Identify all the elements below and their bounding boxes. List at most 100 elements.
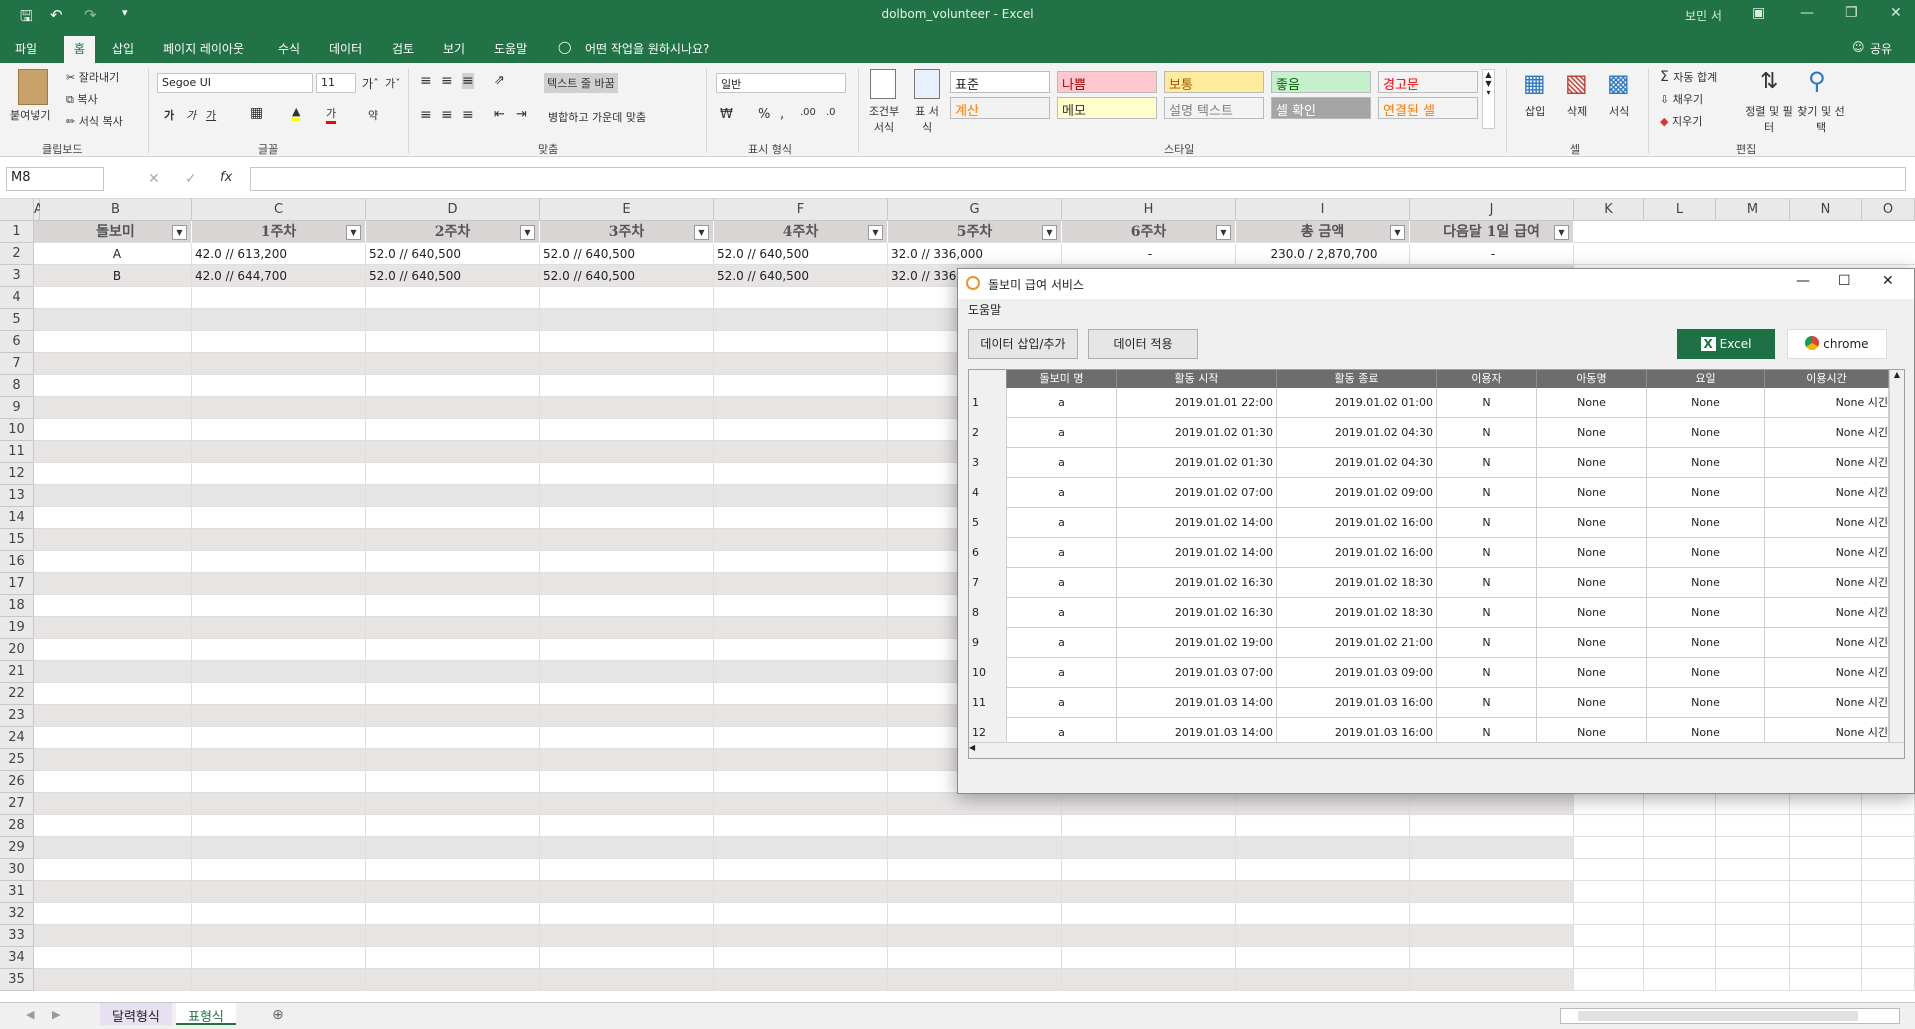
activity-cell[interactable]: None 시긴 <box>1765 418 1889 448</box>
empty-cell[interactable] <box>192 815 366 837</box>
empty-cell[interactable] <box>540 353 714 375</box>
bold-icon[interactable]: 가 <box>164 107 174 123</box>
empty-cell[interactable] <box>192 903 366 925</box>
empty-cell[interactable] <box>1790 793 1862 815</box>
activity-cell[interactable]: None 시긴 <box>1765 448 1889 478</box>
empty-cell[interactable] <box>192 441 366 463</box>
activity-column-header[interactable]: 아동명 <box>1537 370 1647 388</box>
empty-cell[interactable] <box>366 573 540 595</box>
empty-cell[interactable] <box>192 353 366 375</box>
activity-cell[interactable]: N <box>1437 388 1537 418</box>
empty-cell[interactable] <box>192 419 366 441</box>
row-header[interactable]: 34 <box>0 947 34 969</box>
activity-row[interactable]: 1 a 2019.01.01 22:00 2019.01.02 01:00 N None N… <box>969 388 1889 418</box>
empty-cell[interactable] <box>540 397 714 419</box>
scroll-thumb[interactable] <box>1578 1011 1858 1021</box>
filter-dropdown-icon[interactable]: ▼ <box>1554 225 1569 240</box>
empty-cell[interactable] <box>1236 947 1410 969</box>
activity-cell[interactable]: None <box>1647 478 1765 508</box>
empty-cell[interactable] <box>540 419 714 441</box>
find-select-button[interactable]: 찾기 및 선택 <box>1796 103 1846 135</box>
merge-center-button[interactable]: 병합하고 가운데 맞춤 <box>548 109 646 125</box>
insert-function-icon[interactable]: fx <box>220 170 232 185</box>
empty-cell[interactable] <box>192 507 366 529</box>
empty-cell[interactable] <box>540 595 714 617</box>
empty-cell[interactable] <box>714 617 888 639</box>
empty-cell[interactable] <box>714 969 888 991</box>
filter-dropdown-icon[interactable]: ▼ <box>346 225 361 240</box>
empty-cell[interactable] <box>540 925 714 947</box>
empty-cell[interactable] <box>192 595 366 617</box>
cut-button[interactable]: ✂ 잘라내기 <box>66 69 119 85</box>
phonetic-icon[interactable]: 약 <box>368 107 378 123</box>
empty-cell[interactable] <box>1410 859 1574 881</box>
currency-icon[interactable]: ₩ <box>720 107 733 122</box>
activity-cell[interactable]: a <box>1007 508 1117 538</box>
empty-cell[interactable] <box>366 727 540 749</box>
empty-cell[interactable] <box>1410 925 1574 947</box>
table-cell[interactable]: - <box>1062 243 1236 265</box>
empty-cell[interactable] <box>714 375 888 397</box>
row-header[interactable]: 26 <box>0 771 34 793</box>
activity-cell[interactable]: None 시긴 <box>1765 508 1889 538</box>
empty-cell[interactable] <box>714 705 888 727</box>
row-header[interactable]: 17 <box>0 573 34 595</box>
activity-cell[interactable]: None <box>1647 448 1765 478</box>
empty-cell[interactable] <box>540 375 714 397</box>
column-header-l[interactable]: L <box>1644 199 1716 221</box>
empty-cell[interactable] <box>714 463 888 485</box>
empty-cell[interactable] <box>1862 881 1915 903</box>
activity-cell[interactable]: a <box>1007 538 1117 568</box>
empty-cell[interactable] <box>40 419 192 441</box>
empty-cell[interactable] <box>1236 859 1410 881</box>
empty-cell[interactable] <box>192 573 366 595</box>
activity-cell[interactable]: N <box>1437 508 1537 538</box>
empty-cell[interactable] <box>1574 815 1644 837</box>
empty-cell[interactable] <box>192 859 366 881</box>
empty-cell[interactable] <box>1062 837 1236 859</box>
empty-cell[interactable] <box>192 727 366 749</box>
enter-icon[interactable]: ✓ <box>185 171 197 187</box>
activity-cell[interactable]: a <box>1007 628 1117 658</box>
column-header-f[interactable]: F <box>714 199 888 221</box>
activity-cell[interactable]: None <box>1537 478 1647 508</box>
activity-row[interactable]: 4 a 2019.01.02 07:00 2019.01.02 09:00 N None N… <box>969 478 1889 508</box>
activity-cell[interactable]: None <box>1537 598 1647 628</box>
empty-cell[interactable] <box>888 903 1062 925</box>
fill-button[interactable]: ⇩ 채우기 <box>1660 91 1703 107</box>
empty-cell[interactable] <box>40 397 192 419</box>
activity-cell[interactable]: 2019.01.02 18:30 <box>1277 598 1437 628</box>
empty-cell[interactable] <box>1862 969 1915 991</box>
empty-cell[interactable] <box>1862 859 1915 881</box>
empty-cell[interactable] <box>366 441 540 463</box>
empty-cell[interactable] <box>1062 815 1236 837</box>
filter-dropdown-icon[interactable]: ▼ <box>1390 225 1405 240</box>
empty-cell[interactable] <box>1644 859 1716 881</box>
column-header-i[interactable]: I <box>1236 199 1410 221</box>
row-header[interactable]: 25 <box>0 749 34 771</box>
empty-cell[interactable] <box>192 661 366 683</box>
activity-cell[interactable]: 2019.01.02 14:00 <box>1117 538 1277 568</box>
empty-cell[interactable] <box>1236 925 1410 947</box>
empty-cell[interactable] <box>40 375 192 397</box>
activity-cell[interactable]: None 시긴 <box>1765 628 1889 658</box>
empty-cell[interactable] <box>540 441 714 463</box>
shrink-font-icon[interactable]: 가ˇ <box>385 75 401 91</box>
empty-cell[interactable] <box>366 419 540 441</box>
activity-cell[interactable]: 2019.01.02 09:00 <box>1277 478 1437 508</box>
activity-cell[interactable]: None 시긴 <box>1765 658 1889 688</box>
row-header[interactable]: 5 <box>0 309 34 331</box>
activity-cell[interactable]: N <box>1437 688 1537 718</box>
activity-cell[interactable]: 2019.01.02 07:00 <box>1117 478 1277 508</box>
font-size-select[interactable]: 11 <box>316 73 356 93</box>
empty-cell[interactable] <box>1644 881 1716 903</box>
empty-cell[interactable] <box>366 639 540 661</box>
activity-row[interactable]: 10 a 2019.01.03 07:00 2019.01.03 09:00 N None… <box>969 658 1889 688</box>
activity-cell[interactable]: None <box>1647 418 1765 448</box>
column-header-d[interactable]: D <box>366 199 540 221</box>
empty-cell[interactable] <box>1062 793 1236 815</box>
italic-icon[interactable]: 가 <box>186 107 196 123</box>
empty-cell[interactable] <box>192 331 366 353</box>
table-header-cell[interactable]: 4주차 <box>714 221 888 243</box>
empty-cell[interactable] <box>1410 881 1574 903</box>
